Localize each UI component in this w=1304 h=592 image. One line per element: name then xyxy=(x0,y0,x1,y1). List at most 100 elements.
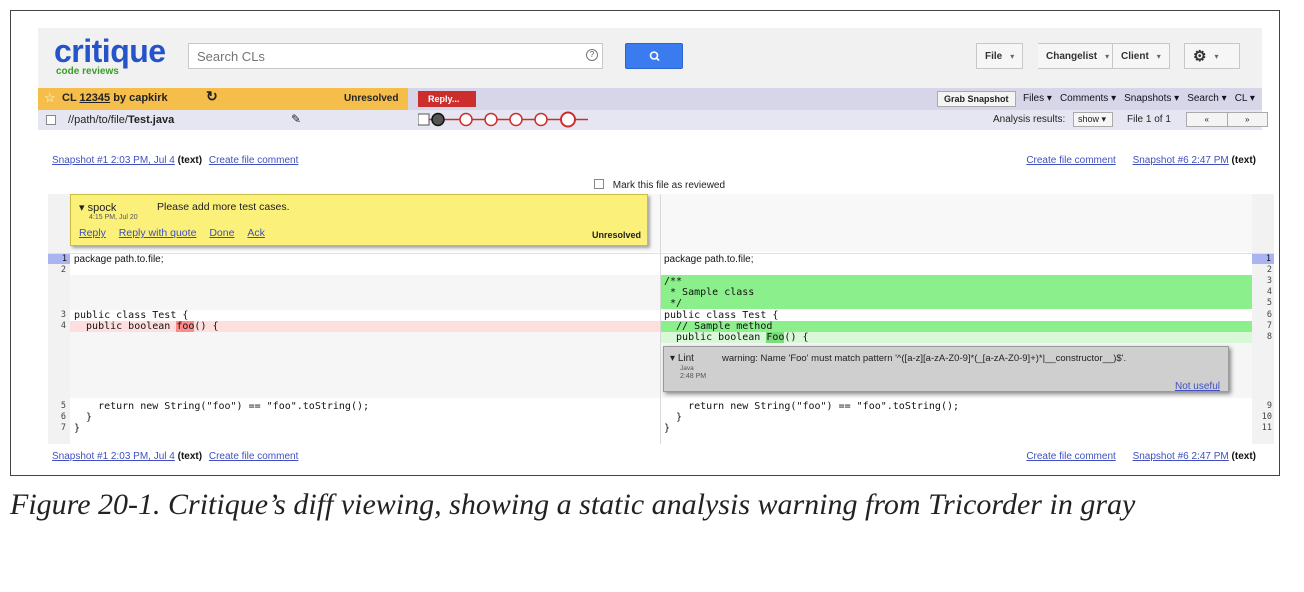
line-number: 4 xyxy=(1266,287,1272,297)
logo-subtitle: code reviews xyxy=(56,66,119,77)
left-code-line: return new String("foo") == "foo".toStri… xyxy=(74,401,370,412)
done-link[interactable]: Done xyxy=(209,227,234,239)
right-code-line: public boolean Foo() { xyxy=(664,332,809,343)
cl-status: Unresolved xyxy=(344,93,399,104)
left-snapshot-link[interactable]: Snapshot #1 2:03 PM, Jul 4 xyxy=(52,451,175,462)
left-code-line: package path.to.file; xyxy=(74,254,164,265)
cl-menus: Files ▾ Comments ▾ Snapshots ▾ Search ▾ … xyxy=(1023,93,1255,104)
snapshot-timeline[interactable] xyxy=(418,110,598,130)
file-path: //path/to/file/Test.java xyxy=(68,114,174,126)
file-path-name: Test.java xyxy=(127,114,175,126)
grab-snapshot-button[interactable]: Grab Snapshot xyxy=(937,91,1016,107)
ack-link[interactable]: Ack xyxy=(247,227,265,239)
search-help-icon[interactable]: ? xyxy=(586,49,598,61)
changelist-title: CL 12345 by capkirk xyxy=(62,92,168,104)
file-pager: « » xyxy=(1186,112,1268,127)
analysis-show-button[interactable]: show ▾ xyxy=(1073,112,1113,127)
line-number: 7 xyxy=(60,423,66,433)
lint-language: Java xyxy=(680,365,694,372)
create-file-comment-left[interactable]: Create file comment xyxy=(209,155,298,166)
reply-button[interactable]: Reply... xyxy=(418,91,476,107)
lint-message: warning: Name 'Foo' must match pattern '… xyxy=(722,353,1127,364)
left-code-line: public class Test { xyxy=(74,310,189,321)
search-icon xyxy=(649,51,660,62)
reply-with-quote-link[interactable]: Reply with quote xyxy=(119,227,197,239)
comment-author[interactable]: ▾ spock xyxy=(79,201,116,214)
lint-author[interactable]: ▾ Lint xyxy=(670,353,694,364)
left-snapshot-type: (text) xyxy=(177,451,203,462)
search-input[interactable] xyxy=(188,43,603,69)
file-select-checkbox[interactable] xyxy=(46,115,56,125)
not-useful-link[interactable]: Not useful xyxy=(1175,381,1220,392)
gear-icon: ⚙ xyxy=(1193,48,1207,65)
right-code-line: /** xyxy=(664,276,683,287)
settings-button[interactable]: ⚙ ▾ xyxy=(1184,43,1240,69)
client-menu-label: Client xyxy=(1121,50,1149,62)
reply-link[interactable]: Reply xyxy=(79,227,106,239)
lint-warning: ▾ Lint Java 2:48 PM warning: Name 'Foo' … xyxy=(663,346,1229,392)
line-number: 2 xyxy=(60,265,66,275)
line-number: 3 xyxy=(1266,276,1272,286)
chevron-down-icon: ▾ xyxy=(1214,51,1219,61)
comment-time: 4:15 PM, Jul 20 xyxy=(89,214,138,221)
line-number: 2 xyxy=(1266,265,1272,275)
files-menu[interactable]: Files ▾ xyxy=(1023,93,1052,104)
line-number: 6 xyxy=(1266,310,1272,320)
client-menu-button[interactable]: Client ▾ xyxy=(1112,43,1170,69)
line-number: 10 xyxy=(1261,412,1272,422)
comments-menu[interactable]: Comments ▾ xyxy=(1060,93,1116,104)
line-number: 11 xyxy=(1261,423,1272,433)
mark-reviewed-row[interactable]: Mark this file as reviewed xyxy=(594,178,725,191)
mark-reviewed-label: Mark this file as reviewed xyxy=(612,180,726,191)
review-comment: ▾ spock 4:15 PM, Jul 20 Please add more … xyxy=(70,194,648,246)
create-file-comment-left[interactable]: Create file comment xyxy=(209,451,298,462)
cl-author: by capkirk xyxy=(113,92,168,104)
figure-caption: Figure 20-1. Critique’s diff viewing, sh… xyxy=(10,488,1136,521)
snapshots-menu[interactable]: Snapshots ▾ xyxy=(1124,93,1179,104)
left-code-line: } xyxy=(74,423,81,434)
line-number: 1 xyxy=(48,254,70,264)
left-snapshot-row: Snapshot #1 2:03 PM, Jul 4 (text) Create… xyxy=(52,155,298,166)
search-button[interactable] xyxy=(625,43,683,69)
changelist-bar: ☆ CL 12345 by capkirk ↻ Unresolved Reply… xyxy=(38,88,1262,110)
pencil-icon[interactable]: ✎ xyxy=(291,112,301,126)
cl-number-link[interactable]: 12345 xyxy=(80,92,111,104)
critique-logo[interactable]: critique xyxy=(54,35,166,67)
right-code-line: } xyxy=(664,423,671,434)
right-snapshot-link[interactable]: Snapshot #6 2:47 PM xyxy=(1133,451,1229,462)
star-icon[interactable]: ☆ xyxy=(44,90,56,106)
file-bar: //path/to/file/Test.java ✎ Analysis resu… xyxy=(38,110,1268,130)
left-snapshot-link[interactable]: Snapshot #1 2:03 PM, Jul 4 xyxy=(52,155,175,166)
line-number: 8 xyxy=(1266,332,1272,342)
left-code-line: } xyxy=(74,412,93,423)
refresh-icon[interactable]: ↻ xyxy=(206,88,218,105)
top-header: critique code reviews ? File ▾ Changelis… xyxy=(38,28,1262,88)
right-code-line: public class Test { xyxy=(664,310,779,321)
right-code-line: } xyxy=(664,412,683,423)
line-number: 1 xyxy=(1252,254,1274,264)
cl-menu[interactable]: CL ▾ xyxy=(1235,93,1255,104)
next-file-button[interactable]: » xyxy=(1226,113,1268,126)
critique-app: critique code reviews ? File ▾ Changelis… xyxy=(38,28,1274,462)
changelist-menu-button[interactable]: Changelist ▾ xyxy=(1038,43,1119,69)
comment-status: Unresolved xyxy=(591,230,641,240)
diff-view: ▾ spock 4:15 PM, Jul 20 Please add more … xyxy=(48,194,1274,444)
analysis-label: Analysis results: xyxy=(993,114,1066,125)
line-number: 6 xyxy=(60,412,66,422)
prev-file-button[interactable]: « xyxy=(1187,113,1227,126)
mark-reviewed-checkbox[interactable] xyxy=(594,179,604,189)
right-snapshot-link[interactable]: Snapshot #6 2:47 PM xyxy=(1133,155,1229,166)
file-menu-label: File xyxy=(985,50,1003,62)
line-number: 7 xyxy=(1266,321,1272,331)
file-menu-button[interactable]: File ▾ xyxy=(976,43,1024,69)
line-number: 9 xyxy=(1266,401,1272,411)
line-number: 5 xyxy=(60,401,66,411)
chevron-down-icon: ▾ xyxy=(1156,51,1161,61)
comment-text: Please add more test cases. xyxy=(157,201,290,213)
create-file-comment-right[interactable]: Create file comment xyxy=(1026,155,1115,166)
left-snapshot-type: (text) xyxy=(177,155,203,166)
create-file-comment-right[interactable]: Create file comment xyxy=(1026,451,1115,462)
line-number: 4 xyxy=(60,321,66,331)
search-menu[interactable]: Search ▾ xyxy=(1187,93,1227,104)
right-code-line: */ xyxy=(664,298,683,309)
